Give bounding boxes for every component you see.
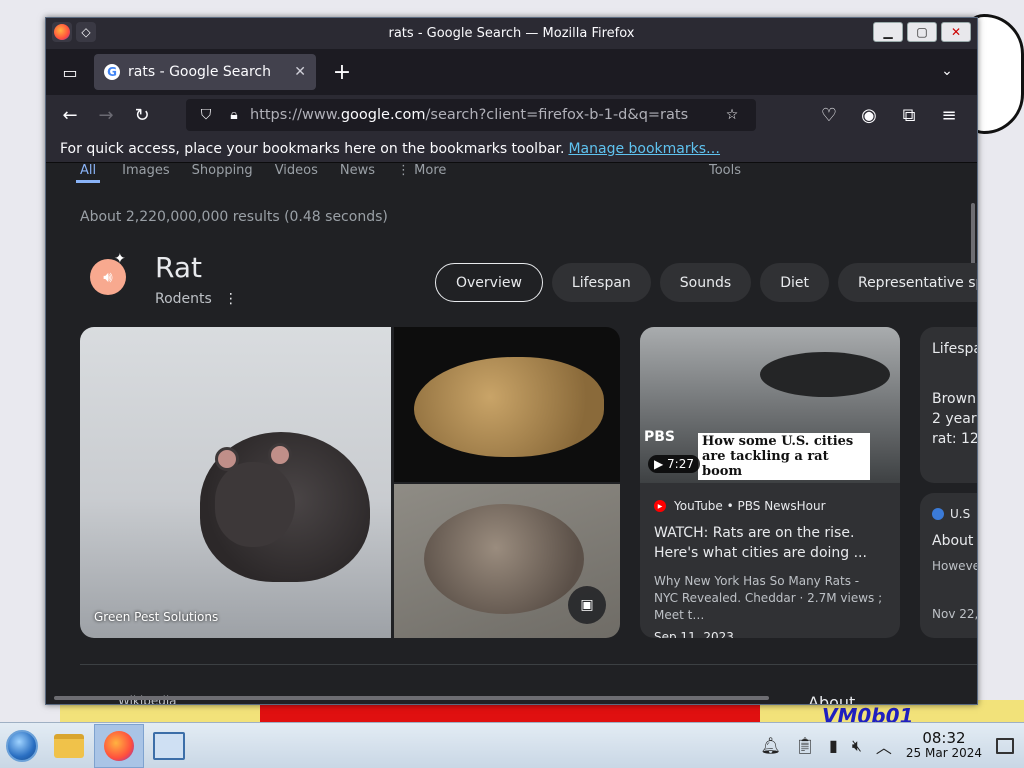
search-tabs: All Images Shopping Videos News ⋮ More: [76, 163, 446, 183]
page-content: All Images Shopping Videos News ⋮ More T…: [46, 163, 977, 704]
firefox-view-icon[interactable]: ▭: [52, 54, 88, 90]
image-collage[interactable]: Green Pest Solutions ▣: [80, 327, 620, 638]
sparkle-icon: ✦: [114, 251, 126, 267]
tracking-protection-shield-icon[interactable]: ⛉: [194, 107, 218, 123]
tab-news[interactable]: News: [340, 163, 375, 183]
app-menu-icon[interactable]: ≡: [933, 99, 965, 131]
rat-image-main[interactable]: Green Pest Solutions: [80, 327, 391, 638]
video-description: Why New York Has So Many Rats - NYC Reve…: [654, 574, 883, 622]
pbs-logo: PBS: [644, 429, 676, 445]
tab-shopping[interactable]: Shopping: [192, 163, 253, 183]
tab-bar: ▭ G rats - Google Search ✕ + ⌄: [46, 49, 977, 95]
new-tab-button[interactable]: +: [324, 54, 360, 90]
video-thumbnail-headline: How some U.S. cities are tackling a rat …: [698, 433, 870, 480]
more-options-icon[interactable]: ⋮: [224, 291, 238, 307]
video-title[interactable]: WATCH: Rats are on the rise. Here's what…: [640, 513, 900, 563]
pocket-icon[interactable]: ♡: [813, 99, 845, 131]
bookmark-star-icon[interactable]: ☆: [720, 107, 744, 123]
tab-videos[interactable]: Videos: [275, 163, 318, 183]
notifications-icon[interactable]: 🔔︎: [760, 736, 780, 755]
tools-button[interactable]: Tools: [709, 163, 741, 178]
tab-all[interactable]: All: [76, 163, 101, 183]
source-favicon-icon: [932, 508, 944, 520]
entity-subtitle-row: Rodents ⋮: [155, 291, 238, 307]
battery-icon[interactable]: ▮: [829, 736, 838, 755]
url-text[interactable]: https://www.google.com/search?client=fir…: [250, 107, 720, 123]
window-titlebar[interactable]: ◇ rats - Google Search — Mozilla Firefox…: [46, 18, 977, 49]
topic-chips: Overview Lifespan Sounds Diet Representa…: [435, 263, 977, 302]
horizontal-scrollbar[interactable]: [54, 696, 769, 700]
start-button[interactable]: [0, 724, 44, 768]
close-window-button[interactable]: ✕: [941, 22, 971, 42]
system-settings-icon: [153, 731, 185, 760]
video-date: Sep 11, 2023: [654, 630, 734, 638]
google-favicon-icon: G: [104, 64, 120, 80]
about-heading: About: [808, 693, 856, 704]
chip-overview[interactable]: Overview: [435, 263, 543, 302]
chip-sounds[interactable]: Sounds: [659, 263, 752, 302]
image-caption: Green Pest Solutions: [94, 610, 219, 624]
tab-images[interactable]: Images: [122, 163, 170, 183]
bookmarks-toolbar: For quick access, place your bookmarks h…: [46, 135, 977, 163]
video-card[interactable]: PBS How some U.S. cities are tackling a …: [640, 327, 900, 638]
system-settings-task[interactable]: [144, 724, 194, 768]
account-icon[interactable]: ◉: [853, 99, 885, 131]
clock[interactable]: 08:32 25 Mar 2024: [906, 730, 982, 761]
video-source: ▶ YouTube • PBS NewsHour: [640, 483, 900, 513]
list-all-tabs-icon[interactable]: ⌄: [931, 55, 963, 87]
volume-muted-icon[interactable]: 🔇︎: [852, 736, 862, 756]
window-menu-icon[interactable]: ◇: [76, 22, 96, 42]
tray-expand-icon[interactable]: ︿: [876, 734, 892, 758]
lifespan-card[interactable]: Lifespa Brown 2 years rat: 12: [920, 327, 977, 483]
minimize-button[interactable]: ▁: [873, 22, 903, 42]
entity-title: Rat: [155, 251, 202, 284]
tab-google-search[interactable]: G rats - Google Search ✕: [94, 54, 316, 90]
divider: [80, 664, 977, 665]
entity-subtitle: Rodents: [155, 291, 212, 307]
url-bar[interactable]: ⛉ 🔒︎ https://www.google.com/search?clien…: [186, 99, 756, 131]
firefox-app-icon[interactable]: [52, 22, 72, 42]
maximize-button[interactable]: ▢: [907, 22, 937, 42]
article-card[interactable]: U.S About Howeve Nov 22,: [920, 493, 977, 638]
tab-more[interactable]: ⋮ More: [397, 163, 446, 183]
chip-lifespan[interactable]: Lifespan: [551, 263, 651, 302]
taskbar: 🔔︎ 📋︎ ▮ 🔇︎ ︿ 08:32 25 Mar 2024: [0, 722, 1024, 768]
back-button[interactable]: ←: [54, 99, 86, 131]
clipboard-icon[interactable]: 📋︎: [795, 736, 815, 755]
chip-representative-species[interactable]: Representative species: [837, 263, 977, 302]
firefox-task[interactable]: [94, 723, 144, 768]
firefox-window: ◇ rats - Google Search — Mozilla Firefox…: [45, 17, 978, 705]
desktop-watermark: VM0b01: [822, 704, 914, 722]
close-tab-icon[interactable]: ✕: [294, 64, 306, 80]
folder-icon: [54, 733, 84, 758]
more-images-icon[interactable]: ▣: [568, 586, 606, 624]
video-thumbnail[interactable]: PBS How some U.S. cities are tackling a …: [640, 327, 900, 483]
results-stats: About 2,220,000,000 results (0.48 second…: [80, 209, 388, 225]
tab-title: rats - Google Search: [128, 64, 271, 80]
firefox-icon: [104, 730, 134, 761]
system-tray: 🔔︎ 📋︎ ▮ 🔇︎ ︿ 08:32 25 Mar 2024: [760, 730, 1024, 761]
start-orb-icon: [6, 729, 38, 762]
lock-icon[interactable]: 🔒︎: [222, 107, 246, 123]
show-desktop-icon[interactable]: [996, 737, 1014, 754]
navigation-toolbar: ← → ↻ ⛉ 🔒︎ https://www.google.com/search…: [46, 95, 977, 135]
reload-button[interactable]: ↻: [126, 99, 158, 131]
window-title: rats - Google Search — Mozilla Firefox: [388, 26, 635, 41]
chip-diet[interactable]: Diet: [760, 263, 829, 302]
video-duration: ▶ 7:27: [648, 455, 700, 473]
bookmarks-message: For quick access, place your bookmarks h…: [60, 140, 565, 157]
manage-bookmarks-link[interactable]: Manage bookmarks…: [568, 141, 720, 157]
rat-image-top-right[interactable]: [394, 327, 620, 482]
forward-button[interactable]: →: [90, 99, 122, 131]
youtube-icon: ▶: [654, 500, 666, 512]
extensions-icon[interactable]: ⧉: [893, 99, 925, 131]
file-manager-task[interactable]: [44, 724, 94, 768]
rat-image-bottom-right[interactable]: ▣: [394, 484, 620, 638]
